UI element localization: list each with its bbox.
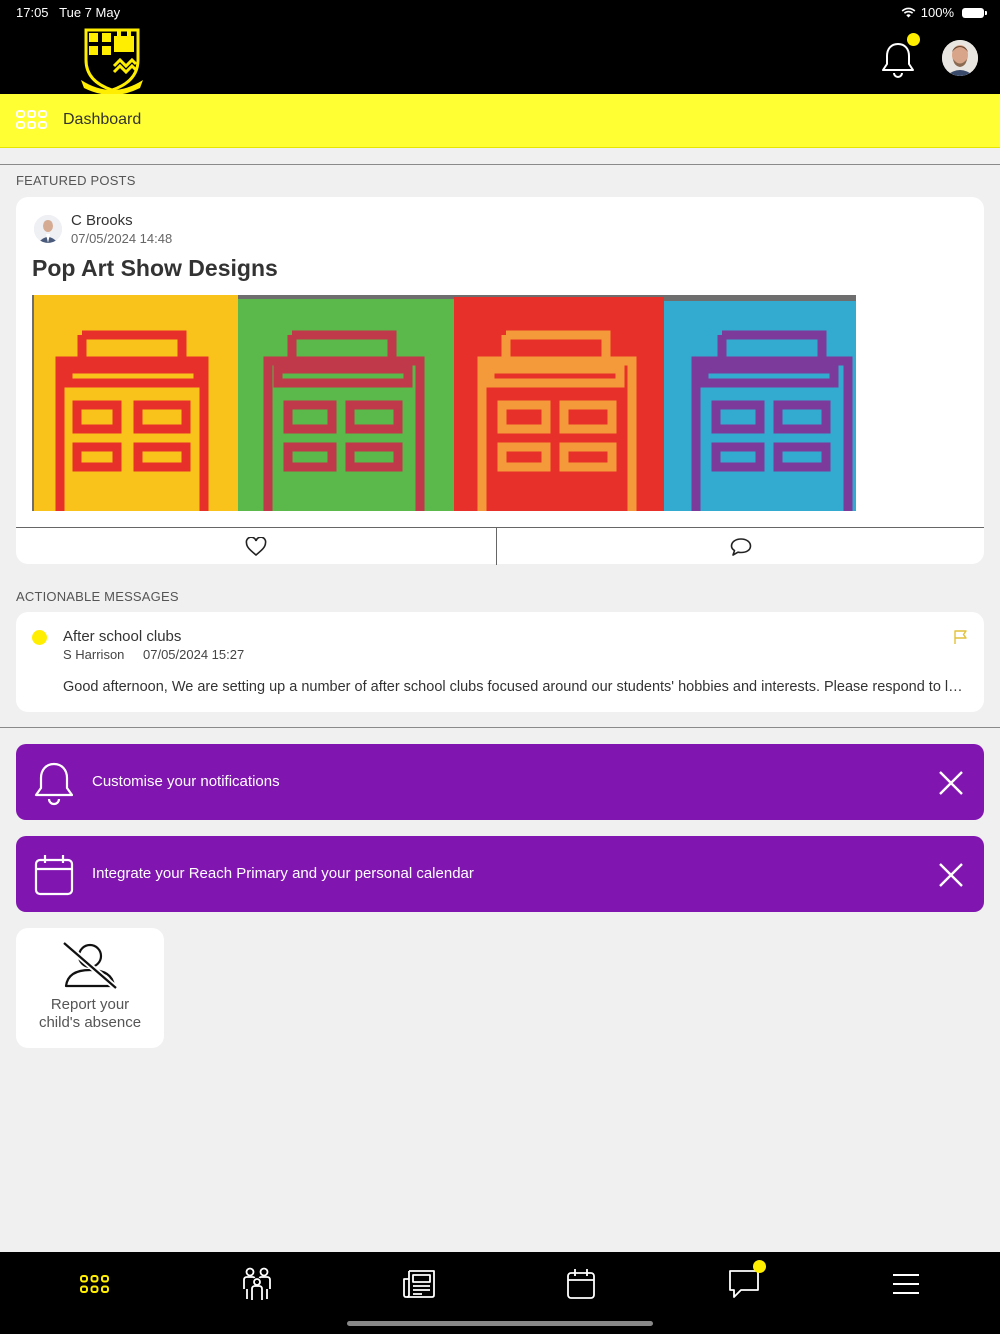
close-icon[interactable] (936, 768, 966, 798)
status-time: 17:05 Tue 7 May (16, 5, 121, 20)
top-bar: 17:05 Tue 7 May 100% (0, 0, 1000, 94)
divider (0, 727, 1000, 728)
post-image[interactable] (32, 295, 856, 511)
post-date: 07/05/2024 14:48 (71, 231, 173, 246)
comment-button[interactable] (497, 528, 984, 565)
tab-calendar[interactable] (561, 1264, 601, 1304)
status-indicators: 100% (901, 5, 987, 20)
messages-badge-dot (753, 1260, 766, 1273)
tab-news[interactable] (399, 1264, 439, 1304)
page-title: Dashboard (63, 111, 142, 128)
close-icon[interactable] (936, 860, 966, 890)
absence-icon (62, 940, 118, 990)
like-button[interactable] (16, 528, 496, 565)
author-avatar (34, 215, 62, 243)
grid-icon (79, 1275, 109, 1293)
grid-icon[interactable] (16, 110, 47, 130)
tile-label: Report your child's absence (38, 996, 142, 1031)
divider (0, 164, 1000, 165)
post-title[interactable]: Pop Art Show Designs (32, 255, 278, 282)
message-sender: S Harrison (63, 647, 125, 662)
bell-icon (34, 762, 74, 806)
wifi-icon (901, 7, 916, 18)
menu-icon (893, 1274, 919, 1294)
tab-menu[interactable] (886, 1264, 926, 1304)
banner-text: Integrate your Reach Primary and your pe… (92, 865, 474, 882)
featured-posts-heading: FEATURED POSTS (16, 173, 136, 188)
post-author: C Brooks (71, 212, 133, 229)
integrate-calendar-banner[interactable]: Integrate your Reach Primary and your pe… (16, 836, 984, 912)
comment-icon (730, 537, 751, 556)
message-title: After school clubs (63, 628, 182, 645)
tab-dashboard[interactable] (74, 1264, 114, 1304)
tab-family[interactable] (237, 1264, 277, 1304)
battery-icon (962, 7, 987, 18)
report-absence-tile[interactable]: Report your child's absence (16, 928, 164, 1048)
calendar-icon (34, 855, 74, 896)
flag-icon[interactable] (953, 629, 969, 645)
messages-icon (729, 1270, 759, 1298)
featured-post-card[interactable]: C Brooks 07/05/2024 14:48 Pop Art Show D… (16, 197, 984, 565)
family-icon (243, 1267, 271, 1300)
message-date: 07/05/2024 15:27 (143, 647, 245, 662)
calendar-icon (567, 1269, 595, 1299)
news-icon (403, 1270, 435, 1298)
notification-dot (907, 33, 920, 46)
home-indicator[interactable] (347, 1321, 653, 1326)
customise-notifications-banner[interactable]: Customise your notifications (16, 744, 984, 820)
battery-level: 100% (920, 5, 954, 20)
nav-bar: Dashboard (0, 94, 1000, 148)
actionable-messages-heading: ACTIONABLE MESSAGES (16, 589, 179, 604)
heart-icon (245, 536, 267, 556)
message-preview: Good afternoon, We are setting up a numb… (63, 679, 968, 695)
post-actions (16, 527, 984, 565)
actionable-message-card[interactable]: After school clubs S Harrison 07/05/2024… (16, 612, 984, 712)
banner-text: Customise your notifications (92, 773, 280, 790)
user-avatar[interactable] (942, 40, 978, 76)
unread-dot (32, 630, 47, 645)
school-crest-logo[interactable] (80, 26, 144, 94)
